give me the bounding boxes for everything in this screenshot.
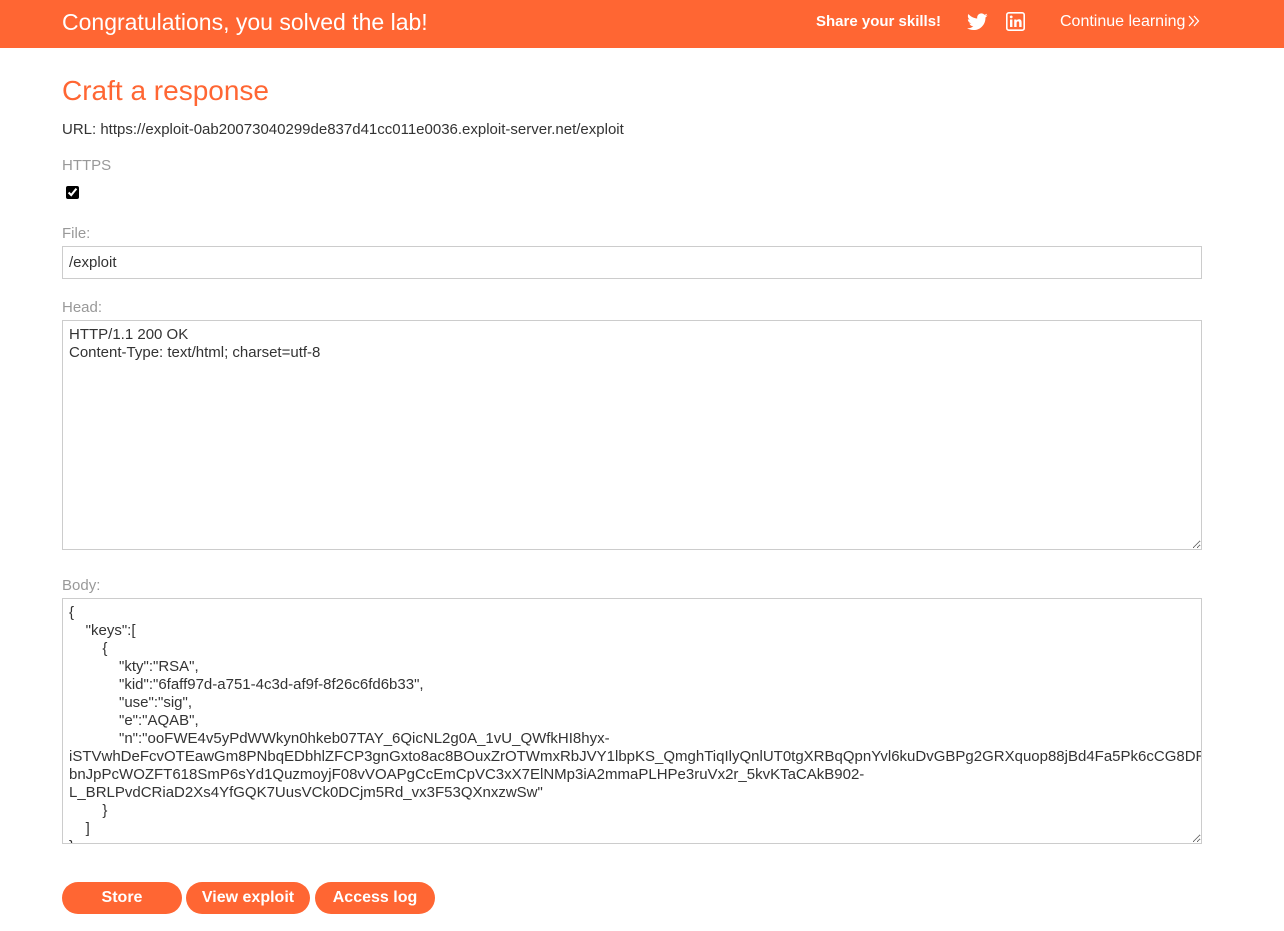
linkedin-icon: [1006, 12, 1025, 31]
page-title: Craft a response: [62, 75, 269, 106]
exploit-url: URL: https://exploit-0ab20073040299de837…: [62, 121, 624, 138]
continue-learning-label: Continue learning: [1060, 13, 1186, 30]
https-checkbox[interactable]: [66, 186, 79, 199]
file-label: File:: [62, 225, 91, 242]
body-label: Body:: [62, 577, 101, 594]
twitter-icon: [967, 13, 988, 31]
lab-solved-banner: Congratulations, you solved the lab! Sha…: [0, 0, 1284, 48]
twitter-share-link[interactable]: [967, 12, 988, 32]
body-textarea[interactable]: { "keys":[ { "kty":"RSA", "kid":"6faff97…: [62, 598, 1202, 844]
access-log-button[interactable]: Access log: [315, 882, 435, 914]
share-skills-label: Share your skills!: [816, 13, 942, 30]
head-textarea[interactable]: HTTP/1.1 200 OK Content-Type: text/html;…: [62, 320, 1202, 550]
store-button[interactable]: Store: [62, 882, 182, 914]
double-chevron-right-icon: [1188, 13, 1200, 30]
banner-title: Congratulations, you solved the lab!: [62, 9, 428, 35]
file-input[interactable]: [62, 246, 1202, 279]
continue-learning-link[interactable]: Continue learning: [1060, 13, 1200, 31]
view-exploit-button[interactable]: View exploit: [186, 882, 310, 914]
https-label: HTTPS: [62, 157, 112, 174]
head-label: Head:: [62, 299, 103, 316]
linkedin-share-link[interactable]: [1006, 12, 1025, 31]
